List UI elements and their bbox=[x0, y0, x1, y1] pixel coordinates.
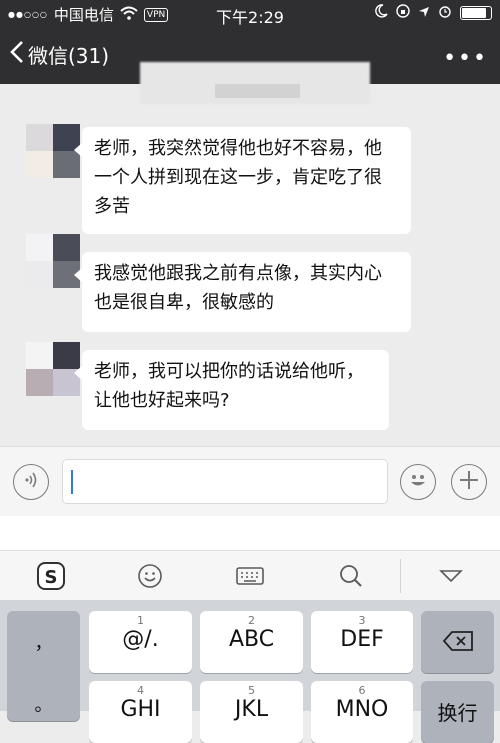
key-letters: @/. bbox=[122, 627, 159, 652]
key-1[interactable]: 1 @/. bbox=[89, 611, 192, 673]
keyboard-toolbar: S bbox=[0, 550, 500, 601]
alarm-icon bbox=[438, 4, 452, 22]
keyboard-icon[interactable] bbox=[236, 563, 264, 589]
status-right bbox=[374, 4, 492, 22]
backspace-key[interactable] bbox=[421, 611, 494, 673]
back-label: 微信(31) bbox=[28, 44, 110, 68]
plus-button[interactable] bbox=[451, 464, 487, 500]
smiley-icon[interactable] bbox=[137, 563, 163, 589]
key-letters: DEF bbox=[340, 627, 384, 652]
key-number: 3 bbox=[358, 614, 366, 627]
punct-key[interactable]: ， 。 bbox=[7, 611, 80, 721]
message-text: 我感觉他跟我之前有点像，其实内心也是很自卑，很敏感的 bbox=[94, 263, 382, 313]
more-button[interactable]: ••• bbox=[443, 46, 488, 71]
voice-icon bbox=[22, 471, 40, 493]
svg-text:S: S bbox=[45, 567, 58, 588]
punct-key-comma: ， bbox=[34, 633, 53, 654]
message-bubble[interactable]: 老师，我突然觉得他也好不容易，他一个人拼到现在这一步，肯定吃了很多苦 bbox=[74, 127, 411, 234]
sogou-logo-icon[interactable]: S bbox=[36, 561, 66, 591]
key-letters: GHI bbox=[120, 697, 161, 722]
key-number: 4 bbox=[137, 684, 144, 697]
key-5[interactable]: 5 JKL bbox=[200, 681, 303, 743]
emoji-icon bbox=[405, 467, 431, 497]
key-number: 6 bbox=[358, 684, 366, 697]
collapse-icon[interactable] bbox=[438, 563, 464, 589]
punct-key-period: 。 bbox=[34, 695, 53, 716]
key-number: 5 bbox=[248, 684, 255, 697]
key-2[interactable]: 2 ABC bbox=[200, 611, 303, 673]
message-text: 老师，我可以把你的话说给他听，让他也好起来吗? bbox=[94, 361, 364, 411]
key-6[interactable]: 6 MNO bbox=[311, 681, 413, 743]
text-cursor bbox=[71, 470, 73, 494]
line-break-label: 换行 bbox=[437, 701, 478, 725]
key-number: 2 bbox=[248, 614, 255, 627]
avatar[interactable] bbox=[26, 234, 80, 288]
key-3[interactable]: 3 DEF bbox=[311, 611, 413, 673]
lock-rotation-icon bbox=[396, 4, 410, 22]
back-button[interactable]: 微信(31) bbox=[10, 40, 109, 69]
avatar[interactable] bbox=[26, 124, 80, 178]
search-icon[interactable] bbox=[338, 563, 364, 589]
key-letters: ABC bbox=[228, 627, 275, 652]
keyboard: ， 。 1 @/. 2 ABC 3 DEF 4 GHI 5 JKL 6 MNO … bbox=[0, 600, 500, 743]
candidate-area bbox=[0, 516, 500, 550]
wifi-icon bbox=[120, 6, 138, 24]
key-number: 1 bbox=[137, 614, 144, 627]
voice-button[interactable] bbox=[13, 464, 49, 500]
emoji-button[interactable] bbox=[400, 464, 436, 500]
back-chevron-icon bbox=[10, 40, 28, 69]
battery-icon bbox=[460, 6, 492, 20]
message-text: 老师，我突然觉得他也好不容易，他一个人拼到现在这一步，肯定吃了很多苦 bbox=[94, 138, 382, 217]
key-letters: JKL bbox=[234, 697, 269, 722]
moon-icon bbox=[374, 4, 388, 22]
message-bubble[interactable]: 老师，我可以把你的话说给他听，让他也好起来吗? bbox=[74, 350, 389, 430]
carrier-label: 中国电信 bbox=[53, 6, 114, 24]
vpn-badge: VPN bbox=[143, 7, 169, 22]
message-input[interactable] bbox=[62, 459, 388, 504]
line-break-key[interactable]: 换行 bbox=[421, 681, 494, 743]
avatar[interactable] bbox=[26, 342, 80, 396]
location-icon bbox=[418, 4, 430, 22]
input-bar bbox=[0, 446, 500, 517]
plus-icon bbox=[458, 469, 480, 495]
status-left: ●●○○○ 中国电信 VPN bbox=[8, 4, 169, 25]
toolbar-divider bbox=[400, 559, 401, 593]
status-bar: 下午2:29 ●●○○○ 中国电信 VPN bbox=[0, 0, 500, 28]
signal-icon: ●●○○○ bbox=[8, 10, 48, 19]
message-bubble[interactable]: 我感觉他跟我之前有点像，其实内心也是很自卑，很敏感的 bbox=[74, 252, 411, 332]
key-letters: MNO bbox=[335, 697, 389, 722]
key-4[interactable]: 4 GHI bbox=[89, 681, 192, 743]
redacted-area-detail bbox=[215, 84, 300, 98]
backspace-icon bbox=[442, 630, 474, 656]
